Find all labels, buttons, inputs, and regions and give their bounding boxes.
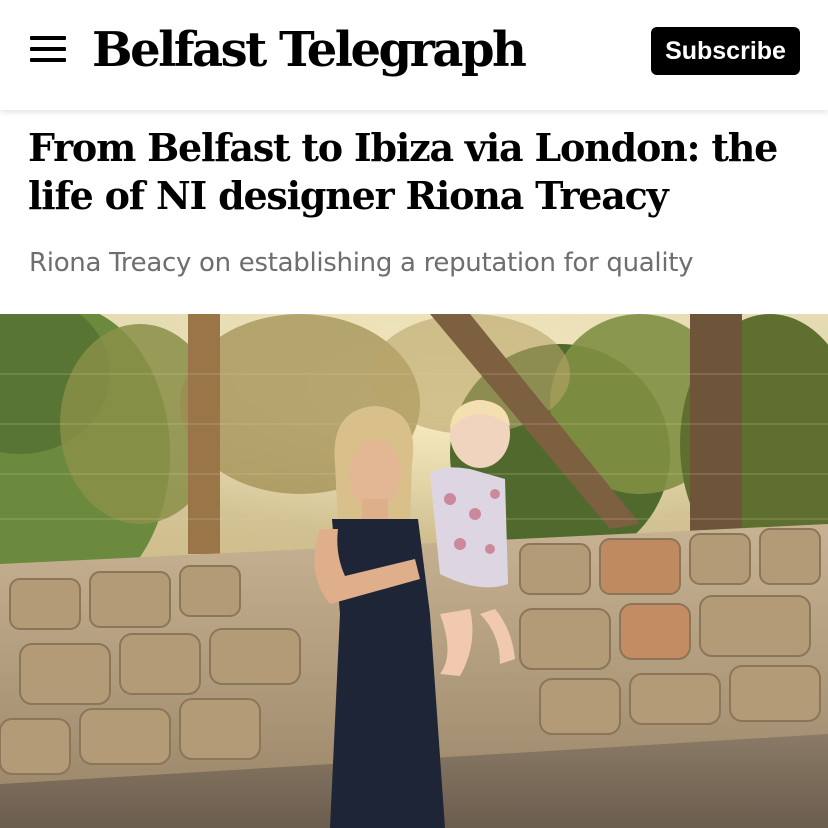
- site-header: Belfast Telegraph Subscribe: [0, 0, 828, 110]
- hamburger-menu-icon[interactable]: [30, 36, 66, 62]
- article-headline: From Belfast to Ibiza via London: the li…: [28, 125, 778, 218]
- subscribe-button[interactable]: Subscribe: [651, 27, 800, 75]
- article-standfirst: Riona Treacy on establishing a reputatio…: [29, 248, 694, 278]
- article-photo: [0, 314, 828, 828]
- site-logo[interactable]: Belfast Telegraph: [92, 20, 527, 80]
